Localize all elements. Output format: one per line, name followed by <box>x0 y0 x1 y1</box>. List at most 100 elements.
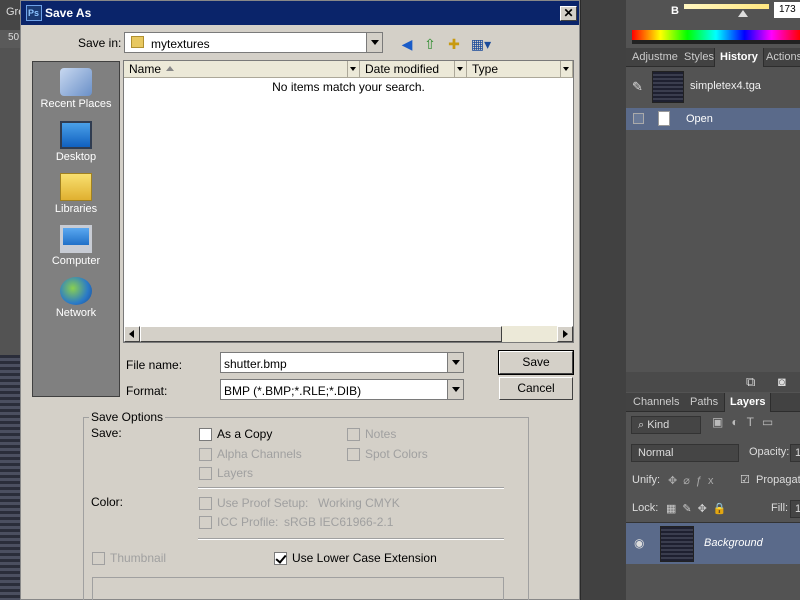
camera-snapshot-icon[interactable]: ◙ <box>778 374 786 389</box>
file-name-input[interactable]: shutter.bmp <box>220 352 464 373</box>
close-button[interactable]: ✕ <box>560 6 577 21</box>
unify-icons[interactable]: ✥⌀ƒx <box>668 474 719 487</box>
thumbnail-preview-area <box>92 577 504 600</box>
history-footer: ⧉ ◙ <box>626 372 800 392</box>
libraries-icon <box>60 173 92 201</box>
panel-dock-gap <box>580 0 626 600</box>
option-label: ICC Profile: <box>217 515 279 529</box>
place-computer[interactable]: Computer <box>33 223 119 275</box>
chevron-down-icon[interactable] <box>366 33 382 52</box>
empty-list-message: No items match your search. <box>272 80 425 94</box>
tab-channels[interactable]: Channels <box>633 393 679 412</box>
save-options-title: Save Options <box>89 410 166 424</box>
layer-thumbnail <box>660 526 694 562</box>
horizontal-scrollbar[interactable] <box>124 326 573 342</box>
layer-name: Background <box>704 537 763 549</box>
place-label: Recent Places <box>40 98 112 110</box>
blend-row: Normal Opacity: 1 <box>626 440 800 468</box>
format-value: BMP (*.BMP;*.RLE;*.DIB) <box>224 384 362 398</box>
new-folder-icon[interactable]: ✚ <box>445 35 463 53</box>
save-in-label: Save in: <box>78 36 122 50</box>
new-document-from-state-icon[interactable]: ⧉ <box>746 374 755 390</box>
network-icon <box>60 277 92 305</box>
tab-actions[interactable]: Actions <box>766 48 800 67</box>
file-list[interactable]: Name Date modified Type No items match y… <box>123 60 574 343</box>
cancel-button[interactable]: Cancel <box>499 377 573 400</box>
propagate-checkbox[interactable]: ☑ <box>740 473 750 486</box>
layer-filter-row: ⌕ Kind ▣◐T▭ <box>626 412 800 440</box>
channel-b-slider[interactable] <box>684 4 769 9</box>
folder-icon <box>131 36 144 48</box>
tab-adjustments[interactable]: Adjustme <box>632 48 678 67</box>
sort-up-icon <box>166 66 174 71</box>
desktop-icon <box>60 121 92 149</box>
format-dropdown[interactable]: BMP (*.BMP;*.RLE;*.DIB) <box>220 379 464 400</box>
save-button[interactable]: Save <box>498 350 574 375</box>
file-name-label: File name: <box>126 358 183 372</box>
recent-places-icon <box>60 68 92 96</box>
kind-filter-label: Kind <box>647 419 670 431</box>
place-label: Network <box>55 307 97 319</box>
history-state-open[interactable]: Open <box>626 108 800 130</box>
places-bar: Recent Places Desktop Libraries Computer… <box>32 61 120 397</box>
column-filter-dropdown[interactable] <box>347 61 359 77</box>
option-label: Layers <box>217 466 254 480</box>
column-filter-dropdown[interactable] <box>454 61 466 77</box>
propagate-label: Propagate <box>756 474 800 486</box>
column-header-type[interactable]: Type <box>467 61 573 78</box>
lock-label: Lock: <box>632 502 659 514</box>
fill-field[interactable]: 1 <box>790 500 800 518</box>
column-label: Date modified <box>365 62 440 76</box>
photoshop-panels: B 173 Adjustme Styles History Actions ✎ … <box>626 0 800 600</box>
channel-b-label: B <box>671 5 679 17</box>
tab-layers[interactable]: Layers <box>724 393 772 412</box>
place-recent-places[interactable]: Recent Places <box>33 66 119 118</box>
lock-icons[interactable]: ▦✎✥🔒 <box>666 502 733 515</box>
option-label: Notes <box>365 427 397 441</box>
layer-background[interactable]: ◉ Background <box>626 522 800 564</box>
history-snapshot[interactable]: ✎ simpletex4.tga <box>626 67 800 107</box>
layers-panel-tabs: Channels Paths Layers <box>626 393 800 412</box>
chevron-down-icon[interactable] <box>447 353 463 372</box>
tab-styles[interactable]: Styles <box>684 48 714 67</box>
tab-history[interactable]: History <box>714 48 764 67</box>
save-in-value: mytextures <box>151 37 210 51</box>
history-brush-icon[interactable]: ✎ <box>632 79 643 95</box>
chevron-down-icon[interactable] <box>447 380 463 399</box>
up-folder-icon[interactable]: ⇧ <box>421 35 439 53</box>
history-state-label: Open <box>686 113 713 125</box>
column-label: Type <box>472 62 499 76</box>
opacity-field[interactable]: 1 <box>790 444 800 462</box>
column-filter-dropdown[interactable] <box>560 61 572 77</box>
place-label: Computer <box>51 255 101 267</box>
tab-paths[interactable]: Paths <box>690 393 718 412</box>
format-label: Format: <box>126 384 168 398</box>
column-header-date-modified[interactable]: Date modified <box>360 61 467 78</box>
scrollbar-thumb[interactable] <box>140 326 502 342</box>
blend-mode-dropdown[interactable]: Normal <box>631 444 739 462</box>
lock-row: Lock: ▦✎✥🔒 Fill: 1 <box>626 496 800 524</box>
place-libraries[interactable]: Libraries <box>33 171 119 223</box>
color-spectrum-bar[interactable] <box>632 30 800 44</box>
visibility-eye-icon[interactable]: ◉ <box>634 536 644 550</box>
scroll-left-button[interactable] <box>124 326 140 342</box>
scroll-right-button[interactable] <box>557 326 573 342</box>
history-panel-tabs: Adjustme Styles History Actions <box>626 48 800 67</box>
unify-row: Unify: ✥⌀ƒx ☑ Propagate <box>626 468 800 496</box>
place-network[interactable]: Network <box>33 275 119 327</box>
view-menu-icon[interactable]: ▦▾ <box>469 35 493 53</box>
photoshop-app-icon: Ps <box>26 5 42 21</box>
kind-filter-dropdown[interactable]: ⌕ Kind <box>631 416 701 434</box>
dialog-titlebar[interactable]: Ps Save As ✕ <box>21 1 579 25</box>
column-header-name[interactable]: Name <box>124 61 360 78</box>
save-in-dropdown[interactable]: mytextures <box>124 32 383 53</box>
history-brush-source-box[interactable] <box>633 113 644 124</box>
color-label: Color: <box>91 495 124 509</box>
place-desktop[interactable]: Desktop <box>33 119 119 171</box>
channel-b-slider-thumb[interactable] <box>738 10 748 17</box>
filter-type-icons[interactable]: ▣◐T▭ <box>712 415 781 429</box>
back-icon[interactable]: ◀ <box>398 35 416 53</box>
option-label: Thumbnail <box>110 551 167 565</box>
save-as-dialog: Ps Save As ✕ Save in: mytextures ◀ ⇧ ✚ ▦… <box>20 0 580 600</box>
channel-b-value-field[interactable]: 173 <box>774 2 800 18</box>
